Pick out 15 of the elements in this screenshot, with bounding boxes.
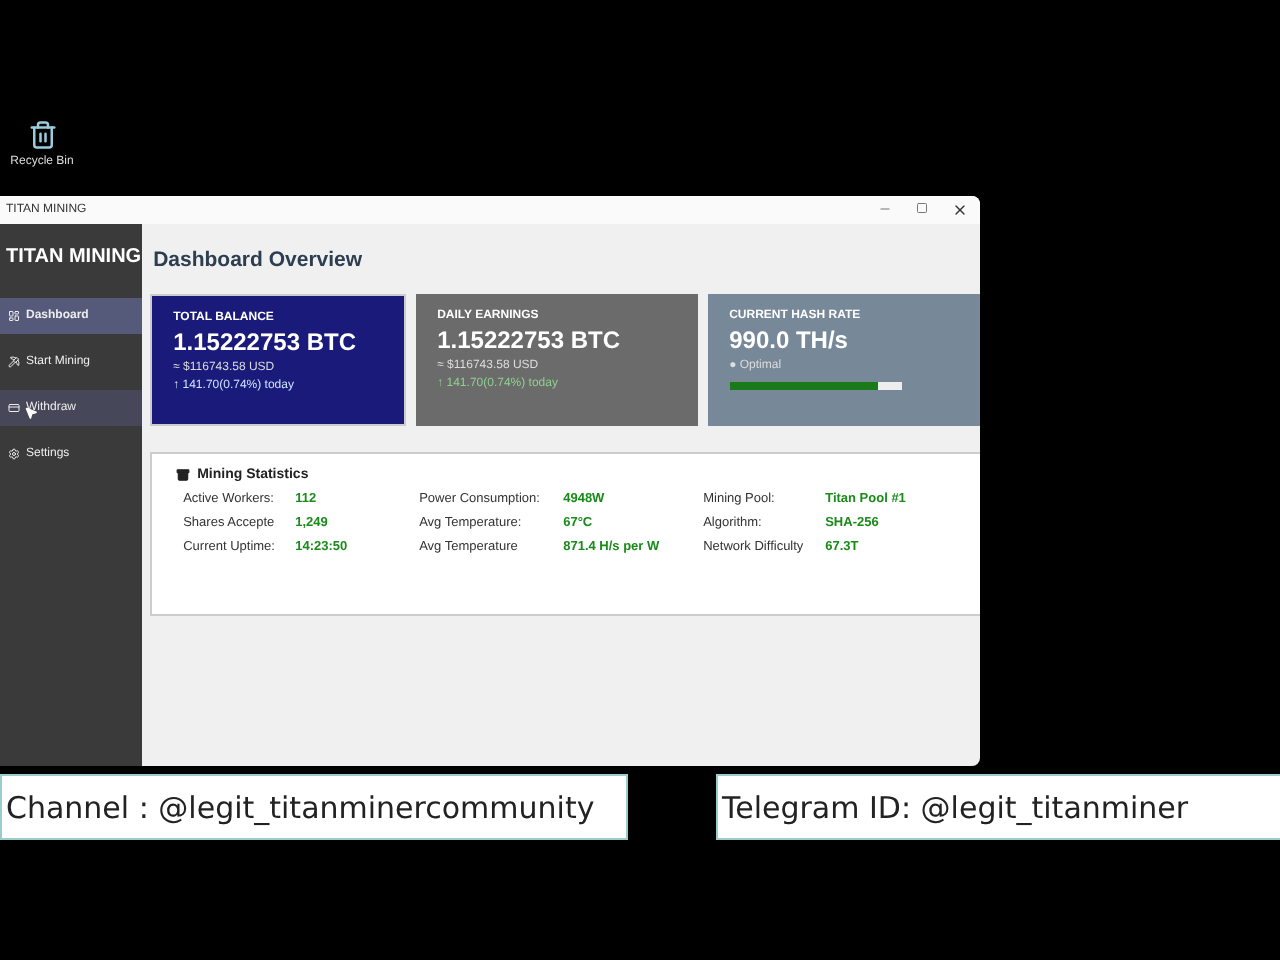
- pickaxe-icon: [8, 356, 20, 368]
- card-value: 990.0 TH/s: [729, 326, 850, 354]
- app-title: TITAN MINING: [4, 244, 142, 272]
- channel-banner: Telegram ID: @legit_titanminer: [716, 774, 1280, 840]
- card-icon: [8, 402, 20, 414]
- channel-banner: Channel : @legit_titanminercommunity: [0, 774, 628, 840]
- close-icon[interactable]: [952, 202, 968, 218]
- dashboard-icon: [8, 310, 20, 322]
- page-title: Dashboard Overview: [151, 246, 365, 276]
- card-value: 1.15222753 BTC: [173, 328, 358, 356]
- maximize-icon[interactable]: [916, 202, 928, 214]
- settings-icon: [8, 448, 20, 460]
- card-value: 1.15222753 BTC: [437, 326, 622, 354]
- box-icon: [175, 468, 190, 482]
- recycle-bin-icon[interactable]: [27, 120, 57, 150]
